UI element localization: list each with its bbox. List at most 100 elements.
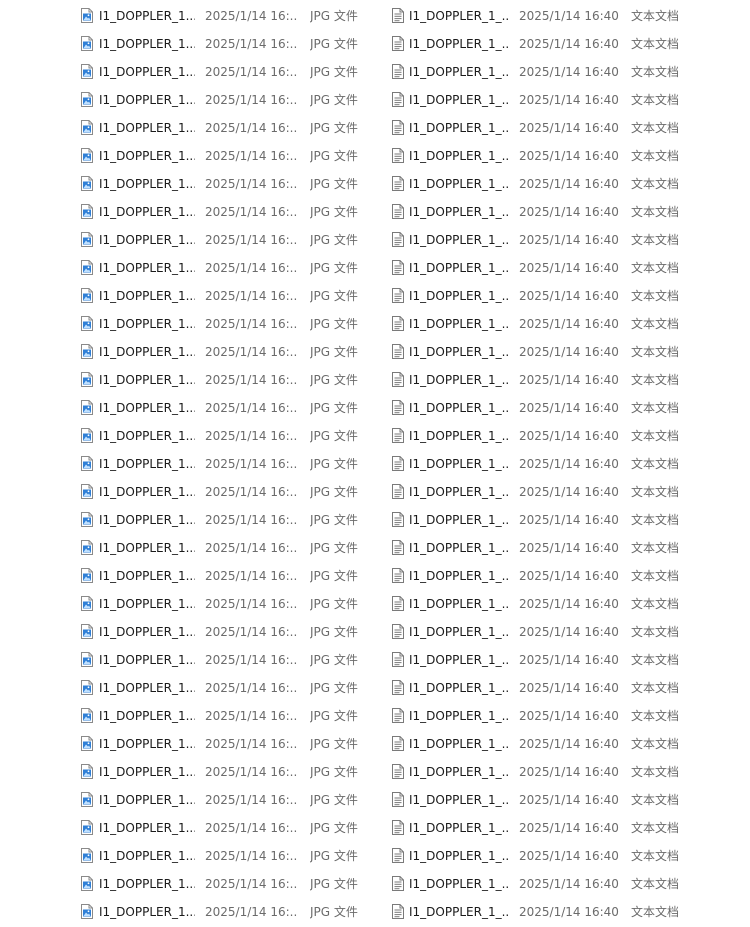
text-document-file-icon [392,372,404,387]
text-file-name[interactable]: I1_DOPPLER_1_... [409,366,509,394]
jpg-file-name[interactable]: I1_DOPPLER_1... [99,338,195,366]
jpg-image-file-icon [81,316,93,331]
text-file-name[interactable]: I1_DOPPLER_1_... [409,814,509,842]
jpg-file-name[interactable]: I1_DOPPLER_1... [99,310,195,338]
text-document-file-icon [392,288,404,303]
jpg-file-name[interactable]: I1_DOPPLER_1... [99,590,195,618]
jpg-file-name[interactable]: I1_DOPPLER_1... [99,506,195,534]
text-file-name[interactable]: I1_DOPPLER_1_... [409,674,509,702]
text-file-name[interactable]: I1_DOPPLER_1_... [409,30,509,58]
file-list-row: I1_DOPPLER_1... 2025/1/14 16:... JPG 文件 … [0,786,750,814]
jpg-image-file-icon [81,344,93,359]
text-file-name[interactable]: I1_DOPPLER_1_... [409,2,509,30]
jpg-file-name[interactable]: I1_DOPPLER_1... [99,534,195,562]
text-file-type: 文本文档 [631,653,680,667]
jpg-file-name[interactable]: I1_DOPPLER_1... [99,226,195,254]
text-document-file-icon [392,316,404,331]
text-file-name[interactable]: I1_DOPPLER_1_... [409,590,509,618]
jpg-file-name[interactable]: I1_DOPPLER_1... [99,422,195,450]
text-file-name[interactable]: I1_DOPPLER_1_... [409,730,509,758]
text-file-name[interactable]: I1_DOPPLER_1_... [409,198,509,226]
jpg-file-modified-date: 2025/1/14 16:... [205,65,297,79]
jpg-file-modified-date: 2025/1/14 16:... [205,149,297,163]
jpg-file-name[interactable]: I1_DOPPLER_1... [99,394,195,422]
jpg-file-modified-date: 2025/1/14 16:... [205,205,297,219]
jpg-file-name[interactable]: I1_DOPPLER_1... [99,478,195,506]
text-file-name[interactable]: I1_DOPPLER_1_... [409,142,509,170]
text-file-name[interactable]: I1_DOPPLER_1_... [409,58,509,86]
text-file-name[interactable]: I1_DOPPLER_1_... [409,86,509,114]
text-file-name[interactable]: I1_DOPPLER_1_... [409,338,509,366]
text-file-name[interactable]: I1_DOPPLER_1_... [409,842,509,870]
text-file-name[interactable]: I1_DOPPLER_1_... [409,114,509,142]
jpg-file-name[interactable]: I1_DOPPLER_1... [99,142,195,170]
jpg-file-name[interactable]: I1_DOPPLER_1... [99,870,195,898]
jpg-file-name[interactable]: I1_DOPPLER_1... [99,842,195,870]
jpg-file-modified-date: 2025/1/14 16:... [205,429,297,443]
text-file-type: 文本文档 [631,401,680,415]
text-file-name[interactable]: I1_DOPPLER_1_... [409,450,509,478]
jpg-file-name[interactable]: I1_DOPPLER_1... [99,450,195,478]
jpg-file-name[interactable]: I1_DOPPLER_1... [99,198,195,226]
jpg-file-name[interactable]: I1_DOPPLER_1... [99,562,195,590]
file-list-row: I1_DOPPLER_1... 2025/1/14 16:... JPG 文件 … [0,702,750,730]
text-file-modified-date: 2025/1/14 16:40 [519,821,619,835]
jpg-file-name[interactable]: I1_DOPPLER_1... [99,702,195,730]
jpg-file-name[interactable]: I1_DOPPLER_1... [99,86,195,114]
jpg-file-name[interactable]: I1_DOPPLER_1... [99,758,195,786]
file-list-row: I1_DOPPLER_1... 2025/1/14 16:... JPG 文件 … [0,114,750,142]
text-file-name[interactable]: I1_DOPPLER_1_... [409,898,509,926]
text-document-file-icon [392,120,404,135]
jpg-file-name[interactable]: I1_DOPPLER_1... [99,254,195,282]
jpg-file-name[interactable]: I1_DOPPLER_1... [99,618,195,646]
jpg-file-name[interactable]: I1_DOPPLER_1... [99,814,195,842]
text-file-name[interactable]: I1_DOPPLER_1_... [409,562,509,590]
text-file-name[interactable]: I1_DOPPLER_1_... [409,534,509,562]
text-file-type: 文本文档 [631,905,680,919]
jpg-file-modified-date: 2025/1/14 16:... [205,373,297,387]
text-file-name[interactable]: I1_DOPPLER_1_... [409,786,509,814]
jpg-file-name[interactable]: I1_DOPPLER_1... [99,646,195,674]
text-file-name[interactable]: I1_DOPPLER_1_... [409,254,509,282]
jpg-file-name[interactable]: I1_DOPPLER_1... [99,898,195,926]
text-file-name[interactable]: I1_DOPPLER_1_... [409,394,509,422]
text-file-modified-date: 2025/1/14 16:40 [519,485,619,499]
jpg-file-type: JPG 文件 [310,429,358,443]
text-file-modified-date: 2025/1/14 16:40 [519,65,619,79]
file-list-row: I1_DOPPLER_1... 2025/1/14 16:... JPG 文件 … [0,30,750,58]
jpg-file-name[interactable]: I1_DOPPLER_1... [99,282,195,310]
jpg-file-name[interactable]: I1_DOPPLER_1... [99,2,195,30]
text-file-name[interactable]: I1_DOPPLER_1_... [409,422,509,450]
text-file-name[interactable]: I1_DOPPLER_1_... [409,870,509,898]
jpg-file-name[interactable]: I1_DOPPLER_1... [99,730,195,758]
jpg-file-modified-date: 2025/1/14 16:... [205,541,297,555]
text-file-name[interactable]: I1_DOPPLER_1_... [409,478,509,506]
jpg-file-name[interactable]: I1_DOPPLER_1... [99,170,195,198]
text-file-modified-date: 2025/1/14 16:40 [519,177,619,191]
jpg-file-name[interactable]: I1_DOPPLER_1... [99,30,195,58]
jpg-file-name[interactable]: I1_DOPPLER_1... [99,786,195,814]
jpg-image-file-icon [81,36,93,51]
jpg-file-name[interactable]: I1_DOPPLER_1... [99,114,195,142]
text-file-type: 文本文档 [631,9,680,23]
jpg-image-file-icon [81,540,93,555]
jpg-image-file-icon [81,512,93,527]
jpg-file-name[interactable]: I1_DOPPLER_1... [99,58,195,86]
text-file-name[interactable]: I1_DOPPLER_1_... [409,758,509,786]
text-file-name[interactable]: I1_DOPPLER_1_... [409,702,509,730]
text-file-name[interactable]: I1_DOPPLER_1_... [409,506,509,534]
file-list-row: I1_DOPPLER_1... 2025/1/14 16:... JPG 文件 … [0,506,750,534]
jpg-file-type: JPG 文件 [310,737,358,751]
jpg-file-name[interactable]: I1_DOPPLER_1... [99,674,195,702]
text-file-name[interactable]: I1_DOPPLER_1_... [409,310,509,338]
text-file-name[interactable]: I1_DOPPLER_1_... [409,170,509,198]
jpg-file-name[interactable]: I1_DOPPLER_1... [99,366,195,394]
text-file-name[interactable]: I1_DOPPLER_1_... [409,282,509,310]
text-file-modified-date: 2025/1/14 16:40 [519,261,619,275]
file-list-row: I1_DOPPLER_1... 2025/1/14 16:... JPG 文件 … [0,86,750,114]
text-file-modified-date: 2025/1/14 16:40 [519,709,619,723]
file-list-row: I1_DOPPLER_1... 2025/1/14 16:... JPG 文件 … [0,590,750,618]
text-file-name[interactable]: I1_DOPPLER_1_... [409,646,509,674]
text-file-name[interactable]: I1_DOPPLER_1_... [409,618,509,646]
text-file-name[interactable]: I1_DOPPLER_1_... [409,226,509,254]
